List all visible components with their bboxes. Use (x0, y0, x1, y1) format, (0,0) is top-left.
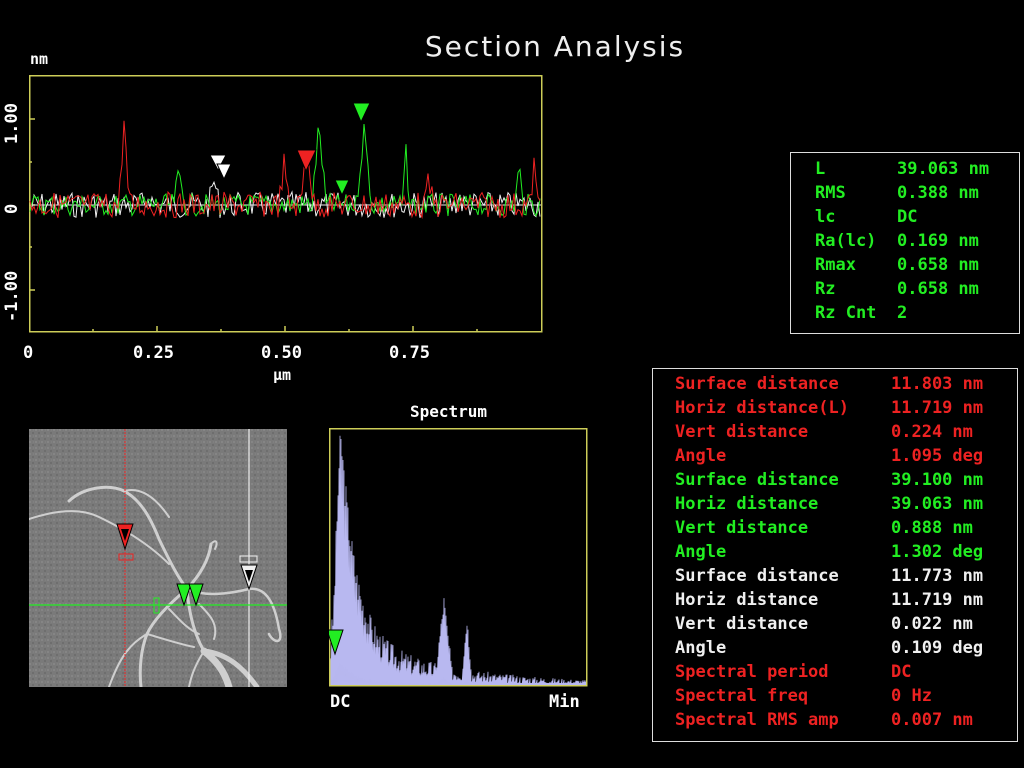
measurement-label: Vert distance (675, 614, 809, 634)
x-tick-label: 0.50 (261, 343, 302, 363)
page-title: Section Analysis (424, 30, 686, 63)
red-cursor-marker[interactable] (296, 149, 317, 173)
measurement-label: Horiz distance (675, 494, 819, 514)
roughness-stats-panel: L 39.063 nm RMS 0.388 nm lc DC Ra(lc) 0.… (790, 152, 1020, 334)
x-tick-label: 0 (23, 343, 34, 363)
measurement-value: 0 Hz (891, 686, 932, 706)
image-background (29, 429, 287, 687)
stat-value: 0.658 nm (897, 255, 979, 275)
y-tick-label: 0 (2, 203, 22, 214)
spectrum-x-end: Min (549, 692, 580, 712)
measurement-label: Vert distance (675, 518, 809, 538)
measurement-value: 39.100 nm (891, 470, 984, 490)
measurement-label: Horiz distance(L) (675, 398, 849, 418)
x-unit-label: µm (273, 366, 292, 384)
measurement-label: Surface distance (675, 374, 839, 394)
measurement-value: 1.302 deg (891, 542, 984, 562)
spectrum-plot[interactable] (329, 428, 589, 688)
x-tick-label: 0.25 (133, 343, 174, 363)
measurement-value: 0.224 nm (891, 422, 973, 442)
spectrum-bars (329, 435, 587, 686)
stat-label: Rz (815, 279, 836, 299)
measurement-label: Angle (675, 446, 727, 466)
white-cursor-marker[interactable] (216, 163, 232, 181)
measurement-value: 0.888 nm (891, 518, 973, 538)
measurement-value: 11.803 nm (891, 374, 984, 394)
measurement-value: 39.063 nm (891, 494, 984, 514)
y-unit-label: nm (30, 50, 49, 68)
measurement-label: Spectral freq (675, 686, 809, 706)
measurement-value: 1.095 deg (891, 446, 984, 466)
spectrum-x-start: DC (330, 692, 351, 712)
measurement-value: DC (891, 662, 912, 682)
x-tick-label: 0.75 (389, 343, 430, 363)
green-cursor-marker[interactable] (352, 102, 371, 124)
green-cursor-marker[interactable] (334, 179, 350, 197)
measurement-label: Spectral RMS amp (675, 710, 839, 730)
measurement-label: Surface distance (675, 470, 839, 490)
axis-ticks (29, 118, 478, 332)
measurement-value: 11.719 nm (891, 590, 984, 610)
cursor-measurements-panel: Surface distance 11.803 nm Horiz distance(… (652, 368, 1018, 742)
measurement-value: 11.719 nm (891, 398, 984, 418)
stat-value: 2 (897, 303, 908, 323)
measurement-label: Surface distance (675, 566, 839, 586)
spectrum-title: Spectrum (410, 402, 488, 421)
stat-value: 0.388 nm (897, 183, 979, 203)
stat-label: lc (815, 207, 836, 227)
measurement-label: Spectral period (675, 662, 829, 682)
y-tick-label: 1.00 (2, 103, 22, 144)
measurement-label: Horiz distance (675, 590, 819, 610)
stat-value: 0.658 nm (897, 279, 979, 299)
measurement-value: 0.109 deg (891, 638, 984, 658)
stat-label: Ra(lc) (815, 231, 877, 251)
measurement-value: 0.007 nm (891, 710, 973, 730)
stat-label: Rmax (815, 255, 856, 275)
stat-label: RMS (815, 183, 846, 203)
stat-value: DC (897, 207, 918, 227)
measurement-label: Angle (675, 542, 727, 562)
y-tick-label: -1.00 (2, 270, 22, 322)
stat-value: 39.063 nm (897, 159, 990, 179)
stat-label: L (815, 159, 826, 179)
measurement-value: 0.022 nm (891, 614, 973, 634)
stat-label: Rz Cnt (815, 303, 877, 323)
stat-value: 0.169 nm (897, 231, 979, 251)
measurement-value: 11.773 nm (891, 566, 984, 586)
section-profile-plot[interactable] (29, 75, 543, 333)
afm-height-image[interactable] (29, 429, 287, 687)
measurement-label: Angle (675, 638, 727, 658)
measurement-label: Vert distance (675, 422, 809, 442)
